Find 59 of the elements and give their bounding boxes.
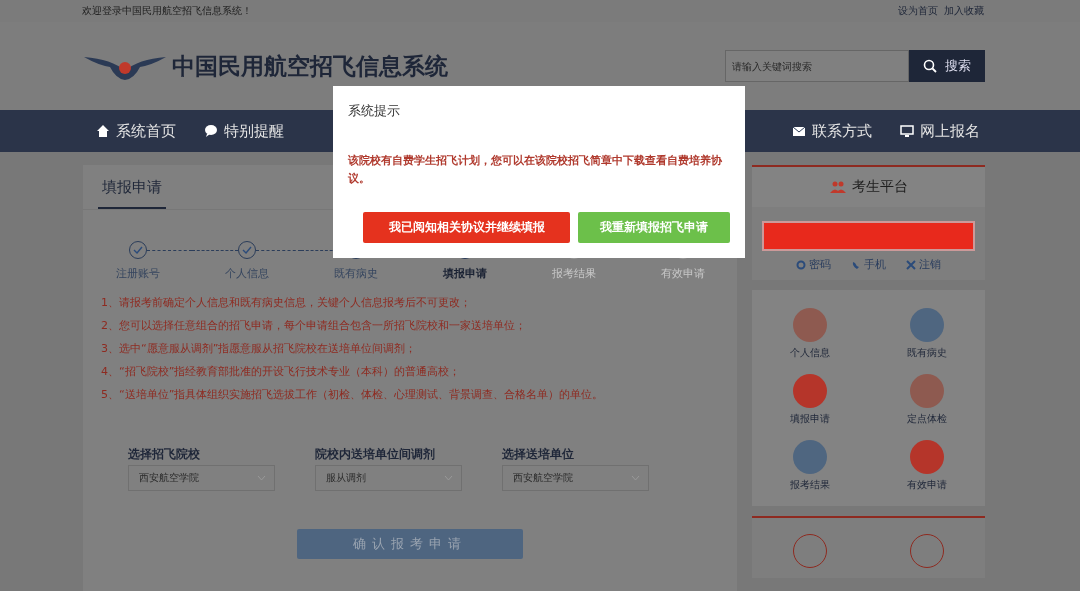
step-label: 填报申请 bbox=[442, 266, 487, 281]
search-button[interactable]: 搜索 bbox=[909, 50, 985, 82]
field-label: 选择招飞院校 bbox=[128, 446, 201, 463]
nav-link[interactable]: 系统首页 bbox=[96, 121, 176, 141]
menu-link[interactable]: 有效申请 bbox=[906, 478, 947, 492]
check-icon bbox=[241, 246, 252, 254]
step-label: 既有病史 bbox=[333, 266, 378, 281]
monitor-icon bbox=[900, 124, 914, 138]
home-icon bbox=[96, 124, 110, 138]
search-field[interactable]: 请输入关键词搜索 bbox=[725, 50, 909, 82]
panel-tab[interactable]: 填报申请 bbox=[98, 178, 166, 209]
menu-link[interactable]: 个人信息 bbox=[790, 346, 831, 360]
account-link[interactable]: 密码 bbox=[796, 257, 831, 272]
sidebar-title: 考生平台 bbox=[851, 178, 908, 196]
check-icon bbox=[132, 246, 143, 254]
account-link[interactable]: 注销 bbox=[906, 257, 941, 272]
close-icon bbox=[906, 259, 916, 270]
dialog-button[interactable]: 我重新填报招飞申请 bbox=[578, 212, 730, 243]
menu-link[interactable]: 定点体检 bbox=[906, 412, 947, 426]
step-label: 注册账号 bbox=[115, 266, 160, 281]
dropdown-field[interactable]: 西安航空学院 bbox=[128, 465, 275, 491]
welcome-text: 欢迎登录中国民用航空招飞信息系统！ bbox=[82, 4, 252, 18]
instruction-text: 5、“送培单位”指具体组织实施招飞选拔工作（初检、体检、心理测试、背景调查、合格名单）的单位。 bbox=[101, 387, 605, 402]
envelope-icon bbox=[792, 124, 806, 138]
dialog-title: 系统提示 bbox=[348, 102, 401, 120]
account-link[interactable]: 手机 bbox=[851, 257, 886, 272]
step-label: 个人信息 bbox=[224, 266, 269, 281]
step-label: 有效申请 bbox=[660, 266, 705, 281]
dialog-button[interactable]: 我已阅知相关协议并继续填报 bbox=[363, 212, 570, 243]
menu-circle-icon[interactable] bbox=[909, 308, 944, 342]
menu-link[interactable]: 报考结果 bbox=[790, 478, 831, 492]
menu-circle-icon[interactable] bbox=[793, 308, 828, 342]
menu-circle-icon[interactable] bbox=[793, 374, 828, 408]
instruction-text: 2、您可以选择任意组合的招飞申请，每个申请组合包含一所招飞院校和一家送培单位； bbox=[101, 318, 527, 333]
menu-link[interactable]: 填报申请 bbox=[790, 412, 831, 426]
menu-link[interactable]: 既有病史 bbox=[906, 346, 947, 360]
search-icon bbox=[923, 59, 937, 73]
field-label: 选择送培单位 bbox=[502, 446, 575, 463]
dropdown-field[interactable]: 服从调剂 bbox=[315, 465, 462, 491]
dialog-message: 该院校有自费学生招飞计划，您可以在该院校招飞简章中下载查看自费培养协议。 bbox=[348, 153, 723, 187]
header-link[interactable]: 设为首页 bbox=[898, 4, 938, 18]
header-link[interactable]: 加入收藏 bbox=[944, 4, 984, 18]
menu-circle-icon[interactable] bbox=[909, 374, 944, 408]
instruction-text: 4、“招飞院校”指经教育部批准的开设飞行技术专业（本科）的普通高校； bbox=[101, 364, 462, 379]
confirm-button[interactable]: 确认报考申请 bbox=[297, 529, 523, 559]
step-label: 报考结果 bbox=[551, 266, 596, 281]
phone-icon bbox=[851, 259, 861, 270]
instruction-text: 1、请报考前确定个人信息和既有病史信息，关键个人信息报考后不可更改； bbox=[101, 295, 472, 310]
menu-circle-icon[interactable] bbox=[909, 440, 944, 474]
nav-link[interactable]: 特别提醒 bbox=[204, 121, 284, 141]
menu-circle-icon[interactable] bbox=[793, 440, 828, 474]
dropdown-field[interactable]: 西安航空学院 bbox=[502, 465, 649, 491]
chat-bubble-icon bbox=[204, 124, 218, 138]
instruction-text: 3、选中“愿意服从调剂”指愿意服从招飞院校在送培单位间调剂； bbox=[101, 341, 418, 356]
site-title: 中国民用航空招飞信息系统 bbox=[172, 51, 448, 81]
nav-link[interactable]: 网上报名 bbox=[900, 121, 980, 141]
nav-link[interactable]: 联系方式 bbox=[792, 121, 872, 141]
field-label: 院校内送培单位间调剂 bbox=[315, 446, 436, 463]
user-group-icon bbox=[829, 181, 846, 193]
